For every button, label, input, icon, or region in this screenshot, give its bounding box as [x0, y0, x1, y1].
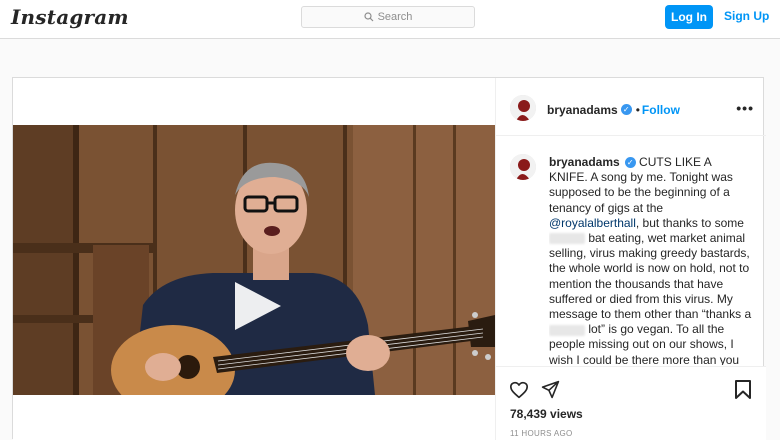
share-icon[interactable]	[541, 380, 560, 399]
follow-button[interactable]: Follow	[642, 103, 680, 117]
search-icon	[363, 12, 373, 22]
caption-text-2: , but thanks to some	[635, 215, 744, 230]
caption-text-3: bat eating, wet market animal selling, v…	[549, 231, 752, 322]
post-header: bryanadams ✓ • Follow •••	[496, 78, 766, 136]
post-timestamp[interactable]: 11 HOURS AGO	[510, 429, 573, 438]
bookmark-icon[interactable]	[734, 379, 752, 400]
mention-link[interactable]: @royalalberthall	[549, 216, 636, 230]
search-input[interactable]: Search	[301, 6, 475, 28]
video-player[interactable]	[13, 125, 495, 395]
post-sidebar: bryanadams ✓ • Follow ••• bryanadams ✓ CUTS …	[495, 78, 766, 440]
views-count[interactable]: 78,439 views	[510, 407, 583, 421]
play-icon[interactable]	[231, 280, 283, 332]
instagram-logo[interactable]: Instagram	[11, 5, 129, 29]
post-actions: 78,439 views 11 HOURS AGO	[496, 366, 766, 440]
avatar-image	[510, 154, 536, 180]
redacted-word	[549, 233, 585, 245]
verified-badge-icon: ✓	[624, 157, 636, 169]
more-options-icon[interactable]: •••	[736, 100, 754, 116]
avatar-image	[510, 95, 536, 121]
login-button[interactable]: Log In	[665, 5, 713, 29]
signup-link[interactable]: Sign Up	[724, 9, 769, 23]
post-media	[13, 78, 495, 440]
post-header-user: bryanadams ✓ • Follow	[547, 101, 680, 119]
avatar[interactable]	[510, 95, 536, 121]
verified-badge-icon: ✓	[620, 104, 632, 116]
separator-dot: •	[635, 103, 640, 117]
top-navigation-bar: Instagram Search Log In Sign Up	[0, 0, 780, 39]
post-caption: bryanadams ✓ CUTS LIKE A KNIFE. A song by…	[549, 155, 752, 365]
username-link[interactable]: bryanadams	[547, 103, 618, 117]
redacted-word	[549, 324, 585, 336]
search-placeholder: Search	[377, 11, 413, 23]
post-container: bryanadams ✓ • Follow ••• bryanadams ✓ CUTS …	[12, 77, 766, 440]
caption-avatar[interactable]	[510, 154, 536, 180]
heart-icon[interactable]	[509, 381, 529, 399]
caption-username-link[interactable]: bryanadams	[549, 155, 620, 169]
video-frame	[13, 125, 495, 395]
